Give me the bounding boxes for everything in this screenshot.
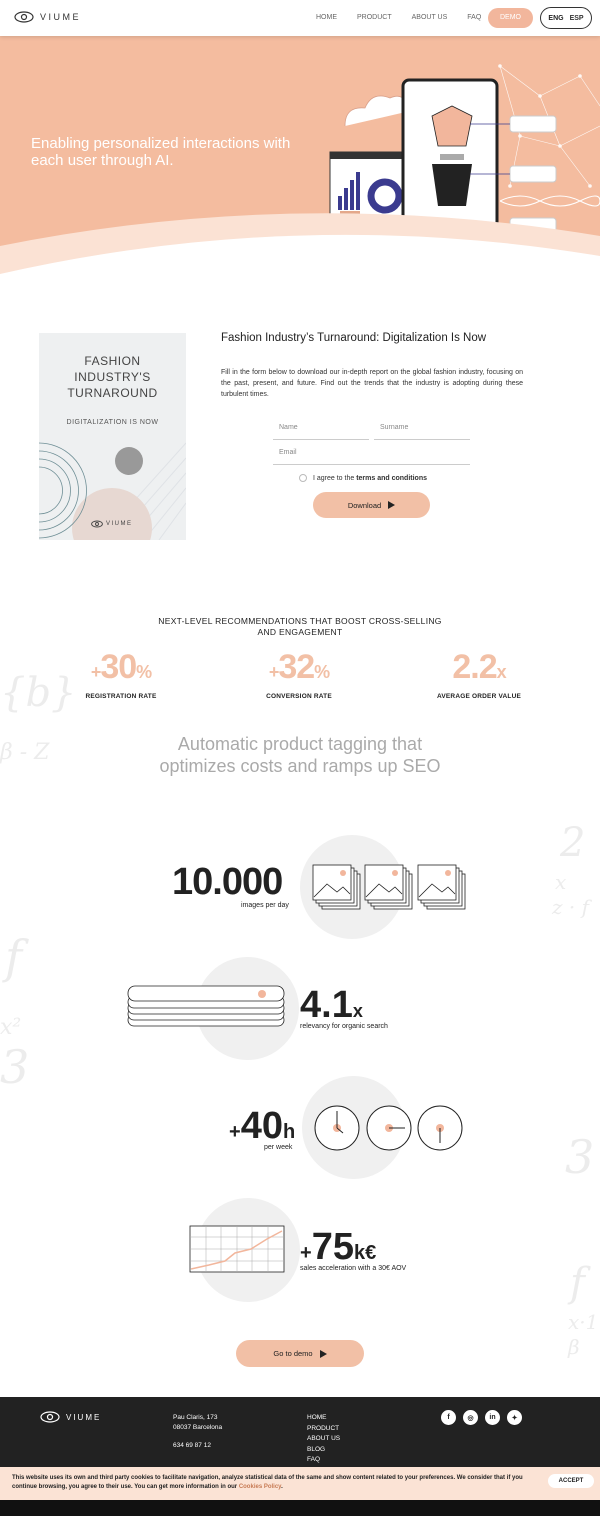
stat-conversion: +32% CONVERSION RATE: [229, 648, 369, 700]
go-to-demo-button[interactable]: Go to demo: [236, 1340, 364, 1367]
stats-title: NEXT-LEVEL RECOMMENDATIONS THAT BOOST CR…: [158, 616, 442, 637]
lang-eng[interactable]: ENG: [548, 15, 563, 22]
cookies-policy-link[interactable]: Cookies Policy: [239, 1484, 281, 1490]
footer-address: Pau Claris, 173 08037 Barcelona 634 69 8…: [173, 1413, 222, 1451]
clocks-icon: [314, 1105, 463, 1151]
stat-value: +32%: [268, 648, 330, 686]
address-line: 08037 Barcelona: [173, 1424, 223, 1431]
footer-link-product[interactable]: PRODUCT: [307, 1424, 340, 1435]
footer-link-blog[interactable]: BLOG: [307, 1445, 340, 1456]
search-bars-icon: [127, 985, 285, 1027]
cover-subtitle: DIGITALIZATION IS NOW: [66, 419, 159, 426]
download-label: Download: [347, 500, 382, 510]
math-decoration: x: [555, 870, 567, 894]
growth-chart-icon: [189, 1225, 285, 1273]
instagram-icon[interactable]: ◎: [463, 1410, 478, 1425]
terms-prefix: I agree to the: [313, 474, 357, 482]
footer-links: HOME PRODUCT ABOUT US BLOG FAQ: [307, 1413, 340, 1466]
hero-tagline: Enabling personalized interactions with …: [31, 135, 291, 169]
footer-logo[interactable]: VIUME: [40, 1411, 101, 1423]
download-button[interactable]: Download: [313, 492, 430, 518]
demo-button[interactable]: DEMO: [488, 8, 533, 28]
play-icon: [319, 1349, 327, 1358]
sales-caption: sales acceleration with a 30€ AOV: [300, 1265, 407, 1272]
math-decoration: z · f: [552, 895, 590, 919]
address-line: Pau Claris, 173: [173, 1414, 218, 1421]
math-decoration: 3: [565, 1130, 595, 1184]
images-per-day-caption: images per day: [241, 902, 289, 909]
linkedin-icon[interactable]: in: [485, 1410, 500, 1425]
stat-registration: +30% REGISTRATION RATE: [51, 648, 191, 700]
language-switcher: ENG ESP: [540, 7, 592, 29]
stat-aov: 2.2x AVERAGE ORDER VALUE: [409, 648, 549, 700]
cover-logo-text: VIUME: [106, 521, 133, 527]
stat-label: REGISTRATION RATE: [85, 693, 157, 700]
social-links: f ◎ in ✦: [441, 1410, 522, 1425]
logo-text: VIUME: [40, 12, 82, 22]
stat-label: CONVERSION RATE: [266, 693, 332, 700]
hero-banner: Enabling personalized interactions with …: [0, 36, 600, 286]
nav-about-us[interactable]: ABOUT US: [412, 14, 448, 21]
footer-bottom-bar: [0, 1500, 600, 1516]
logo[interactable]: VIUME: [14, 11, 81, 23]
math-decoration: x·1: [568, 1310, 599, 1334]
accept-cookies-button[interactable]: ACCEPT: [548, 1474, 594, 1488]
math-decoration: 3: [0, 1040, 30, 1094]
name-field[interactable]: Name: [273, 424, 369, 440]
footer-link-about-us[interactable]: ABOUT US: [307, 1434, 340, 1445]
surname-field[interactable]: Surname: [374, 424, 470, 440]
stat-value: +30%: [90, 648, 152, 686]
tagging-title: Automatic product tagging that optimizes…: [159, 734, 441, 776]
nav-home[interactable]: HOME: [316, 14, 337, 21]
play-icon: [388, 501, 396, 509]
go-to-demo-label: Go to demo: [273, 1349, 313, 1358]
twitter-icon[interactable]: ✦: [507, 1410, 522, 1425]
nav-faq[interactable]: FAQ: [467, 14, 481, 21]
relevancy-caption: relevancy for organic search: [300, 1023, 388, 1030]
email-field[interactable]: Email: [273, 449, 470, 465]
ebook-cover[interactable]: FASHION INDUSTRY'S TURNAROUND DIGITALIZA…: [39, 333, 186, 540]
cover-title: FASHION INDUSTRY'S TURNAROUND: [67, 354, 158, 400]
lang-esp[interactable]: ESP: [570, 15, 584, 22]
terms-label: I agree to the terms and conditions: [313, 475, 427, 482]
facebook-icon[interactable]: f: [441, 1410, 456, 1425]
images-per-day-value: 10.000: [172, 861, 283, 903]
hours-saved-caption: per week: [264, 1144, 293, 1151]
footer-link-faq[interactable]: FAQ: [307, 1455, 340, 1466]
eye-logo-icon: [14, 11, 34, 23]
eye-logo-icon: [91, 520, 103, 528]
eye-logo-icon: [40, 1411, 60, 1423]
terms-link[interactable]: terms and conditions: [356, 475, 427, 482]
math-decoration: β - Z: [0, 740, 50, 765]
cookie-text: This website uses its own and third part…: [12, 1475, 523, 1490]
nav-product[interactable]: PRODUCT: [357, 14, 392, 21]
math-decoration: β: [568, 1335, 580, 1359]
ebook-description: Fill in the form below to download our i…: [221, 369, 523, 398]
ebook-title: Fashion Industry’s Turnaround: Digitaliz…: [221, 332, 487, 344]
terms-checkbox[interactable]: [299, 474, 307, 482]
nav-links: HOME PRODUCT ABOUT US FAQ: [316, 14, 501, 21]
top-navbar: VIUME HOME PRODUCT ABOUT US FAQ DEMO ENG…: [0, 0, 600, 36]
stat-label: AVERAGE ORDER VALUE: [436, 693, 522, 700]
terms-agreement: I agree to the terms and conditions: [299, 474, 427, 482]
footer-phone[interactable]: 634 69 87 12: [173, 1441, 222, 1451]
cookie-banner: This website uses its own and third part…: [0, 1467, 600, 1500]
image-stack-icons: [312, 864, 466, 910]
footer-link-home[interactable]: HOME: [307, 1413, 340, 1424]
math-decoration: x²: [0, 1015, 22, 1040]
cover-logo: VIUME: [91, 520, 133, 528]
math-decoration: f: [570, 1260, 585, 1306]
math-decoration: f: [5, 930, 23, 984]
math-decoration: 2: [560, 820, 586, 866]
footer-logo-text: VIUME: [66, 1412, 102, 1422]
stat-value: 2.2x: [452, 648, 506, 686]
